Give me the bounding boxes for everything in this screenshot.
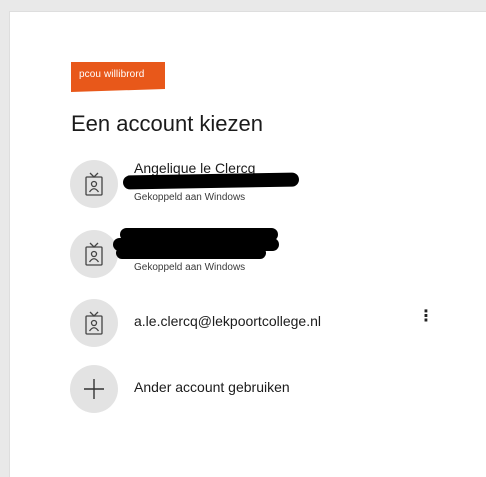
account-subtitle: Gekoppeld aan Windows xyxy=(134,262,246,273)
account-email: a.le.clercq@lekpoortcollege.nl xyxy=(134,313,321,329)
brand-logo-text: pcou willibrord xyxy=(79,69,145,80)
avatar xyxy=(70,299,118,347)
use-another-account-label: Ander account gebruiken xyxy=(134,379,290,395)
account-item-1[interactable]: Angelique le Clercq Gekoppeld aan Window… xyxy=(68,154,458,208)
use-another-account-button[interactable]: Ander account gebruiken xyxy=(68,359,458,413)
avatar xyxy=(70,230,118,278)
account-item-3[interactable]: a.le.clercq@lekpoortcollege.nl ⋮ xyxy=(68,293,458,347)
account-subtitle: Gekoppeld aan Windows xyxy=(134,192,246,203)
page-title: Een account kiezen xyxy=(71,111,264,136)
redaction-mark xyxy=(116,247,266,259)
contact-badge-icon xyxy=(85,311,103,335)
contact-badge-icon xyxy=(85,242,103,266)
plus-icon xyxy=(84,379,104,399)
more-options-button[interactable]: ⋮ xyxy=(418,305,434,329)
brand-logo: pcou willibrord xyxy=(71,62,165,92)
account-item-2[interactable]: Gekoppeld aan Windows xyxy=(68,224,458,278)
avatar xyxy=(70,365,118,413)
contact-badge-icon xyxy=(85,172,103,196)
redaction-mark xyxy=(122,172,300,190)
avatar xyxy=(70,160,118,208)
